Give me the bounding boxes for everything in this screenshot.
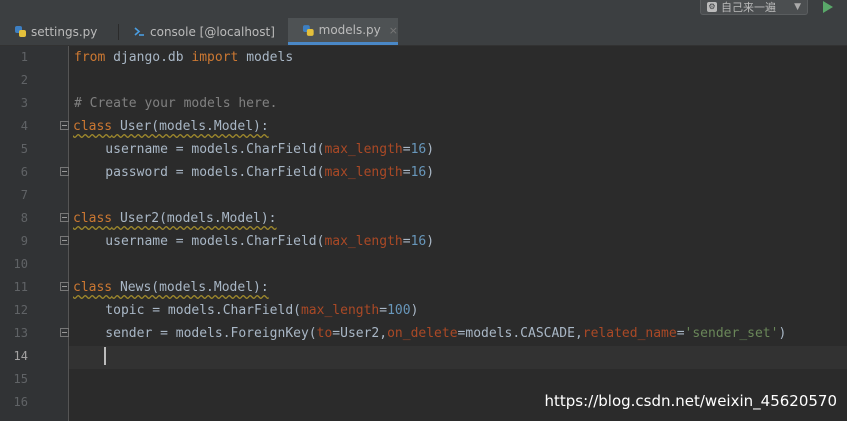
fold-toggle-icon[interactable]: [60, 328, 69, 337]
python-file-icon: [15, 26, 26, 37]
code-line-3-comment: # Create your models here.: [74, 96, 278, 111]
top-toolbar: ⚙ 自己来一遍 ▼: [0, 0, 847, 18]
python-config-icon: ⚙: [707, 2, 717, 12]
run-button[interactable]: [820, 0, 836, 14]
line-number: 12: [13, 303, 28, 317]
tab-label: console [@localhost]: [150, 24, 275, 39]
code-line-12: topic = models.CharField(max_length=100): [74, 303, 419, 318]
console-icon: [134, 27, 144, 36]
watermark: https://blog.csdn.net/weixin_45620570: [544, 392, 837, 410]
code-line-6: password = models.CharField(max_length=1…: [74, 165, 435, 180]
line-number: 5: [20, 142, 28, 156]
line-number: 15: [13, 372, 28, 386]
code-line-5: username = models.CharField(max_length=1…: [74, 142, 435, 157]
python-file-icon: [302, 24, 314, 36]
line-number: 6: [20, 165, 28, 179]
fold-toggle-icon[interactable]: [60, 213, 69, 222]
text-cursor: [104, 347, 106, 365]
code-line-8: class User2(models.Model):: [73, 211, 277, 226]
tab-label: settings.py: [31, 24, 98, 39]
chevron-down-icon: ▼: [794, 2, 801, 12]
line-number: 3: [20, 96, 28, 110]
line-number: 2: [20, 73, 28, 87]
code-line-4: class User(models.Model):: [73, 119, 269, 134]
editor-tab-bar: settings.py console [@localhost] models.…: [0, 18, 847, 46]
line-number: 7: [20, 188, 28, 202]
line-number: 9: [20, 234, 28, 248]
code-line-9: username = models.CharField(max_length=1…: [74, 234, 435, 249]
fold-toggle-icon[interactable]: [60, 282, 69, 291]
run-configuration-dropdown[interactable]: ⚙ 自己来一遍 ▼: [700, 0, 808, 15]
run-config-label: 自己来一遍: [721, 1, 776, 14]
line-number: 10: [13, 257, 28, 271]
current-line-highlight: [0, 346, 847, 369]
tab-settings-py[interactable]: settings.py: [0, 18, 118, 45]
line-number-current: 14: [13, 349, 28, 363]
fold-toggle-icon[interactable]: [60, 167, 69, 176]
line-number: 13: [13, 326, 28, 340]
line-number: 11: [13, 280, 28, 294]
tab-console-localhost[interactable]: console [@localhost]: [119, 18, 287, 45]
fold-toggle-icon[interactable]: [60, 236, 69, 245]
tab-label: models.py: [318, 23, 381, 37]
code-line-1: from django.db import models: [74, 50, 294, 65]
line-number: 16: [13, 395, 28, 409]
line-number: 4: [20, 119, 28, 133]
close-tab-icon[interactable]: ×: [389, 24, 398, 37]
code-line-11: class News(models.Model):: [73, 280, 269, 295]
run-icon: [823, 1, 833, 13]
line-number-gutter: 1 2 3 4 5 6 7 8 9 10 11 12 13 14 15 16: [0, 46, 69, 421]
line-number: 1: [20, 50, 28, 64]
fold-toggle-icon[interactable]: [60, 121, 69, 130]
code-line-13: sender = models.ForeignKey(to=User2,on_d…: [74, 326, 787, 341]
line-number: 8: [20, 211, 28, 225]
tab-models-py[interactable]: models.py ×: [288, 18, 398, 45]
